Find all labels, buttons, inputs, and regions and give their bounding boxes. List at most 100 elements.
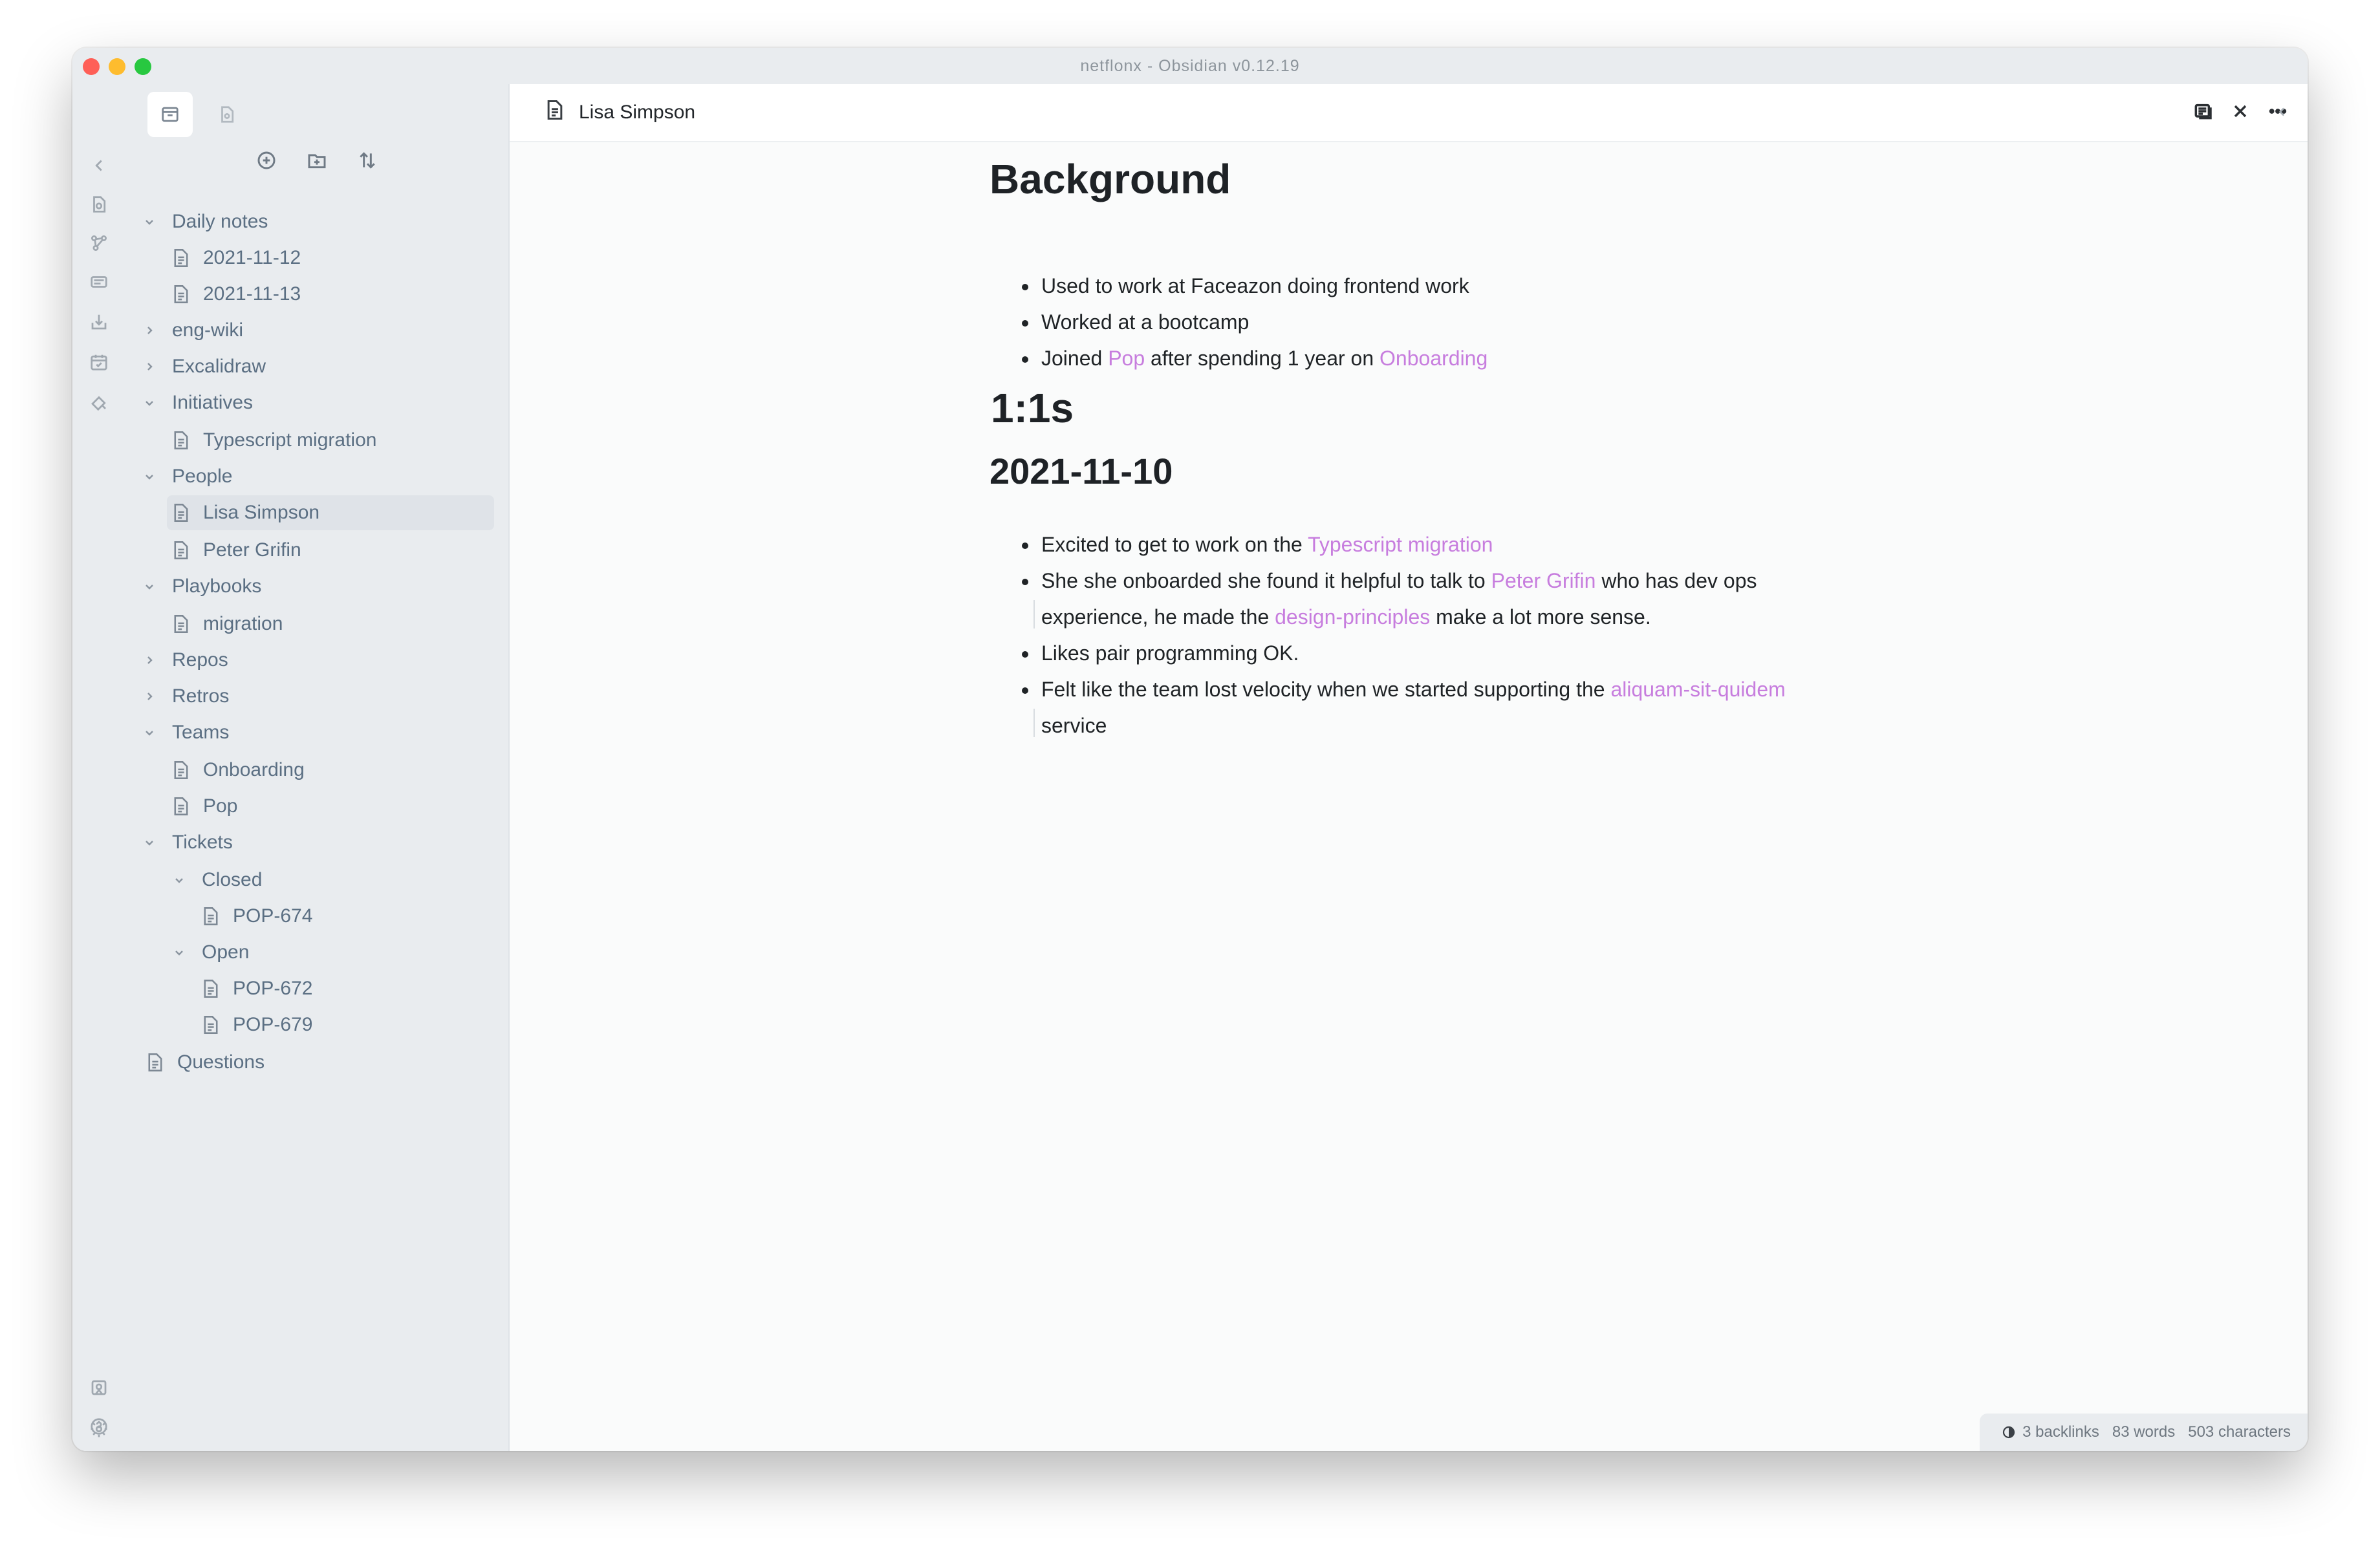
collapse-left-icon[interactable] — [87, 154, 111, 177]
reading-mode-button[interactable] — [2190, 98, 2216, 124]
tree-file-lisa-simpson[interactable]: Lisa Simpson — [167, 495, 494, 530]
new-note-icon — [257, 151, 276, 169]
tree-folder-people[interactable]: People — [142, 459, 232, 494]
editor-pane: Lisa Simpson Background Used to work at … — [510, 84, 2308, 1451]
tree-folder-retros[interactable]: Retros — [142, 679, 229, 714]
file-icon — [172, 760, 190, 780]
tree-folder-closed[interactable]: Closed — [172, 863, 262, 898]
bullet — [1022, 651, 1028, 658]
internal-link-design-principles[interactable]: design-principles — [1275, 605, 1430, 629]
list-item-text: Felt like the team lost velocity when we… — [1041, 676, 1786, 702]
tree-file-pop[interactable]: Pop — [172, 789, 237, 824]
internal-link-typescript-migration[interactable]: Typescript migration — [1308, 533, 1493, 556]
chevron-down-icon — [142, 835, 157, 850]
tree-item-label: Initiatives — [172, 392, 254, 413]
tree-folder-daily-notes[interactable]: Daily notes — [142, 204, 268, 239]
list-item-continuation: experience, he made the design-principle… — [1041, 604, 1651, 630]
tree-item-label: Lisa Simpson — [203, 502, 320, 523]
tree-item-label: Questions — [177, 1051, 265, 1073]
tree-file-peter-grifin[interactable]: Peter Grifin — [172, 533, 301, 568]
chevron-right-icon — [142, 360, 157, 374]
tree-file-pop-674[interactable]: POP-674 — [202, 899, 312, 934]
file-icon — [172, 797, 190, 816]
tree-folder-excalidraw[interactable]: Excalidraw — [142, 349, 266, 384]
file-icon — [202, 907, 220, 926]
minimize-window-button[interactable] — [109, 58, 125, 75]
tree-folder-teams[interactable]: Teams — [142, 715, 229, 750]
text-span: Excited to get to work on the — [1041, 533, 1308, 556]
tree-folder-open[interactable]: Open — [172, 935, 249, 970]
maximize-window-button[interactable] — [135, 58, 151, 75]
word-count: 83 words — [2112, 1423, 2176, 1441]
tree-item-label: Teams — [172, 722, 230, 743]
bullet — [1022, 687, 1028, 694]
graph-view-icon[interactable] — [87, 231, 111, 255]
internal-link-aliquam-sit-quidem[interactable]: aliquam-sit-quidem — [1610, 678, 1785, 701]
vault-switch-icon[interactable] — [87, 1376, 111, 1399]
tree-file-migration[interactable]: migration — [172, 607, 283, 641]
internal-link-peter-grifin[interactable]: Peter Grifin — [1491, 569, 1596, 592]
tree-item-label: Daily notes — [172, 211, 268, 232]
heading-date: 2021-11-10 — [990, 451, 1173, 491]
ribbon — [72, 84, 125, 1451]
tree-file-onboarding[interactable]: Onboarding — [172, 753, 305, 788]
file-icon — [146, 1053, 164, 1072]
tree-folder-repos[interactable]: Repos — [142, 643, 228, 678]
heading-background: Background — [990, 156, 1231, 202]
heading-1on1s: 1:1s — [991, 385, 1074, 431]
status-bar: 3 backlinks 83 words 503 characters — [1980, 1414, 2308, 1451]
tree-file-pop-679[interactable]: POP-679 — [202, 1007, 312, 1042]
tree-file-2021-11-13[interactable]: 2021-11-13 — [172, 277, 301, 312]
tree-file-questions[interactable]: Questions — [146, 1045, 265, 1080]
new-note-button[interactable] — [255, 149, 278, 172]
tree-item-label: Onboarding — [203, 759, 305, 780]
tree-item-label: Open — [202, 941, 250, 963]
bullet — [1022, 320, 1028, 327]
internal-link-onboarding[interactable]: Onboarding — [1379, 347, 1488, 370]
bullet — [1022, 284, 1028, 290]
tree-file-typescript-migration[interactable]: Typescript migration — [172, 423, 376, 458]
daily-note-icon[interactable] — [87, 350, 111, 374]
text-span: who has dev ops — [1596, 569, 1757, 592]
backlinks-icon — [2002, 1425, 2016, 1439]
sort-button[interactable] — [356, 149, 379, 172]
tree-folder-initiatives[interactable]: Initiatives — [142, 385, 253, 420]
list-item-text: Likes pair programming OK. — [1041, 641, 1299, 665]
file-icon — [172, 248, 190, 268]
chevron-down-icon — [172, 945, 186, 960]
internal-link-pop[interactable]: Pop — [1108, 347, 1145, 370]
close-icon — [2234, 105, 2247, 118]
settings-icon[interactable] — [87, 1417, 111, 1441]
file-explorer-tab[interactable] — [147, 92, 193, 137]
close-window-button[interactable] — [83, 58, 100, 75]
close-pane-button[interactable] — [2227, 98, 2253, 124]
file-icon — [172, 503, 190, 522]
file-icon — [172, 614, 190, 634]
view-title[interactable]: Lisa Simpson — [579, 84, 695, 141]
tree-folder-eng-wiki[interactable]: eng-wiki — [142, 313, 243, 348]
canvas-icon[interactable] — [87, 391, 111, 414]
search-tab[interactable] — [204, 92, 250, 137]
new-folder-button[interactable] — [305, 149, 329, 172]
sort-icon — [360, 152, 375, 169]
tree-item-label: eng-wiki — [172, 319, 244, 341]
tree-file-2021-11-12[interactable]: 2021-11-12 — [172, 241, 301, 275]
title-bar: netflonx - Obsidian v0.12.19 — [72, 48, 2308, 84]
tree-folder-playbooks[interactable]: Playbooks — [142, 569, 261, 604]
backlinks-status[interactable]: 3 backlinks — [2002, 1423, 2099, 1441]
collapse-right-icon[interactable] — [2275, 105, 2289, 122]
file-explorer-icon — [162, 107, 178, 122]
slides-icon[interactable] — [87, 270, 111, 294]
indent-guide — [1033, 709, 1035, 737]
text-span: after spending 1 year on — [1145, 347, 1380, 370]
open-quick-switcher-icon[interactable] — [87, 193, 111, 216]
file-explorer-sidebar: Daily notes 2021-11-12 2021-11-13 eng-wi… — [125, 84, 510, 1451]
view-header: Lisa Simpson — [510, 84, 2308, 142]
tree-folder-tickets[interactable]: Tickets — [142, 825, 233, 860]
import-icon[interactable] — [87, 310, 111, 334]
preview-toggle-icon — [2194, 103, 2212, 120]
bullet — [1022, 579, 1028, 585]
app-window: netflonx - Obsidian v0.12.19 Daily notes… — [72, 48, 2308, 1451]
tree-file-pop-672[interactable]: POP-672 — [202, 971, 312, 1006]
file-icon — [172, 285, 190, 304]
